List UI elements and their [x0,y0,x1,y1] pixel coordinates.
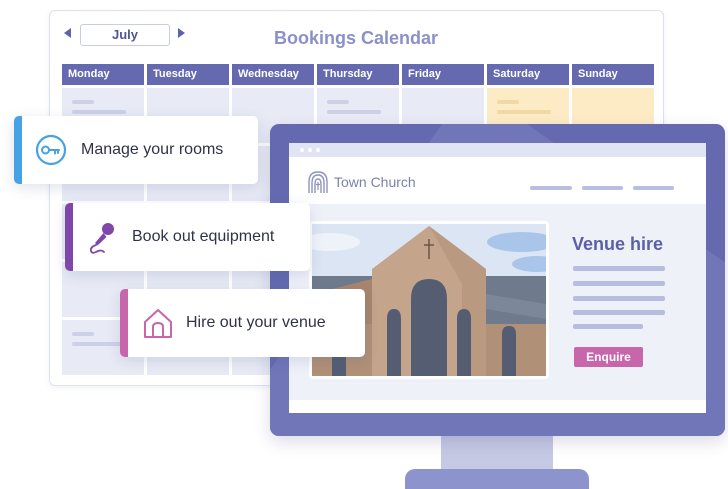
feature-card-venue[interactable]: Hire out your venue [120,289,365,357]
weekday-sunday: Sunday [572,64,654,85]
window-dot [300,148,304,152]
weekday-thursday: Thursday [317,64,399,85]
card-accent [65,203,73,271]
text-placeholder-line [573,266,665,271]
booking-bar [72,332,94,336]
booking-bar [497,110,551,114]
booking-bar [497,100,519,104]
weekday-monday: Monday [62,64,144,85]
calendar-header: July Bookings Calendar [50,11,663,61]
feature-card-rooms[interactable]: Manage your rooms [14,116,258,184]
booking-bar [72,110,126,114]
window-dot [316,148,320,152]
nav-link[interactable] [530,186,572,190]
website-screen: Town Church Venue hire Enquire [289,143,706,413]
browser-bar [289,143,706,157]
weekday-tuesday: Tuesday [147,64,229,85]
enquire-button[interactable]: Enquire [574,347,643,367]
calendar-title: Bookings Calendar [273,28,439,48]
key-icon [35,134,67,166]
booking-bar [327,100,349,104]
feature-card-equipment[interactable]: Book out equipment [65,203,310,271]
site-header: Town Church [289,157,706,204]
site-logo-text[interactable]: Town Church [334,174,416,190]
booking-bar [72,342,126,346]
monitor: Town Church Venue hire Enquire [270,124,725,436]
text-placeholder-line [573,281,665,286]
card-accent [14,116,22,184]
venue-hire-heading: Venue hire [572,234,664,254]
church-logo-icon [308,171,328,193]
microphone-icon [89,223,114,254]
booking-bar [327,110,381,114]
feature-label: Manage your rooms [81,141,224,158]
card-accent [120,289,128,357]
nav-link[interactable] [582,186,623,190]
nav-link[interactable] [633,186,674,190]
site-footer [289,400,706,413]
feature-label: Hire out your venue [186,314,326,331]
text-placeholder-line [573,310,665,315]
text-placeholder-line [573,296,665,301]
booking-bar [72,100,94,104]
weekday-friday: Friday [402,64,484,85]
weekday-header-row: Monday Tuesday Wednesday Thursday Friday… [62,64,654,85]
window-dot [308,148,312,152]
weekday-wednesday: Wednesday [232,64,314,85]
weekday-saturday: Saturday [487,64,569,85]
feature-label: Book out equipment [132,228,275,245]
text-placeholder-line [573,324,643,329]
monitor-stand-base [405,469,589,489]
house-icon [144,309,172,338]
